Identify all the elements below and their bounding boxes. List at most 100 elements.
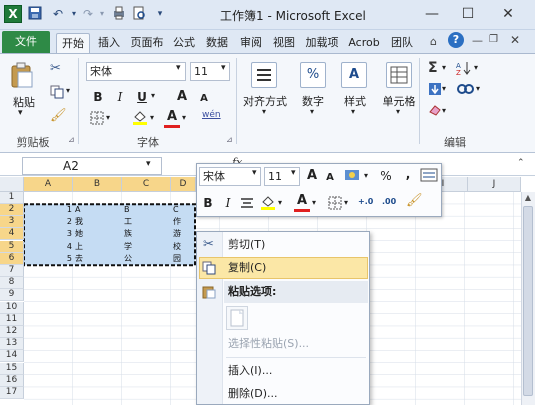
mini-format-painter-brush-icon[interactable]: 🖌 (406, 193, 423, 208)
fill-color-dropdown-icon[interactable]: ▾ (150, 113, 154, 122)
fill-dropdown-icon[interactable]: ▾ (442, 84, 446, 93)
mini-fill-color-icon[interactable] (260, 194, 276, 210)
grid-cell[interactable]: 3 (58, 228, 72, 240)
autosum-icon[interactable]: Σ (428, 60, 438, 76)
row-header[interactable]: 6 (0, 253, 24, 265)
mini-borders-icon[interactable] (328, 196, 342, 210)
row-header[interactable]: 14 (0, 350, 24, 362)
fill-icon[interactable] (428, 82, 442, 96)
mini-center-align-icon[interactable] (240, 196, 254, 210)
mini-accounting-dropdown-icon[interactable]: ▾ (364, 171, 368, 180)
mini-borders-dropdown-icon[interactable]: ▾ (344, 198, 348, 207)
row-header[interactable]: 7 (0, 265, 24, 277)
font-color-icon[interactable]: A (164, 109, 180, 124)
redo-dropdown-icon[interactable]: ▾ (94, 6, 110, 22)
select-all-corner[interactable] (0, 177, 24, 192)
grid-cell[interactable]: 校 (173, 241, 181, 253)
mini-italic-button[interactable]: I (218, 194, 238, 212)
grid-cell[interactable]: 5 (58, 253, 72, 265)
doc-minimize-icon[interactable]: — (472, 34, 483, 47)
menu-item-paste-special[interactable]: 选择性粘贴(S)... (228, 333, 309, 355)
row-header[interactable]: 11 (0, 314, 24, 326)
column-header[interactable]: C (122, 177, 171, 192)
grid-cell[interactable]: 游 (173, 228, 181, 240)
tab-acrobat[interactable]: Acrob (344, 33, 384, 54)
grid-cell[interactable]: 1 (58, 204, 72, 216)
grid-cell[interactable]: 我 (75, 216, 83, 228)
cut-icon[interactable]: ✂ (50, 61, 61, 76)
grid-cell[interactable]: 作 (173, 216, 181, 228)
paste-option-icon[interactable] (226, 306, 248, 330)
grow-font-button[interactable]: A (172, 88, 192, 106)
mini-increase-decimal-button[interactable]: +.0 (358, 197, 373, 206)
borders-icon[interactable] (90, 111, 104, 125)
row-header[interactable]: 15 (0, 363, 24, 375)
sort-filter-dropdown-icon[interactable]: ▾ (474, 63, 478, 72)
font-name-combo[interactable]: 宋体 (86, 62, 186, 81)
tab-review[interactable]: 审阅 (235, 33, 267, 54)
clipboard-dialog-launcher-icon[interactable]: ⊿ (68, 135, 75, 144)
tab-file[interactable]: 文件 (2, 31, 50, 53)
mini-comma-button[interactable]: , (398, 165, 418, 183)
grid-cell[interactable]: B (124, 204, 130, 216)
row-header[interactable]: 8 (0, 277, 24, 289)
row-header[interactable]: 12 (0, 326, 24, 338)
cells-icon[interactable] (386, 62, 412, 88)
font-size-dropdown-icon[interactable]: ▾ (221, 63, 226, 73)
quick-print-icon[interactable] (112, 6, 128, 22)
mini-font-color-icon[interactable]: A (294, 193, 310, 208)
find-select-dropdown-icon[interactable]: ▾ (476, 84, 480, 93)
doc-restore-icon[interactable]: ❐ (489, 34, 498, 45)
tab-view[interactable]: 视图 (268, 33, 300, 54)
menu-item-cut[interactable]: 剪切(T) (228, 234, 265, 256)
scroll-up-icon[interactable]: ▲ (523, 193, 533, 203)
grid-cell[interactable]: C (173, 204, 179, 216)
row-header[interactable]: 16 (0, 375, 24, 387)
row-header[interactable]: 13 (0, 338, 24, 350)
underline-button[interactable]: U (132, 88, 152, 106)
mini-format-painter-icon[interactable] (420, 168, 438, 182)
tab-data[interactable]: 数据 (201, 33, 233, 54)
doc-close-icon[interactable]: ✕ (510, 33, 520, 47)
minimize-button[interactable]: — (418, 3, 446, 25)
scrollbar-thumb[interactable] (523, 206, 533, 396)
copy-dropdown-icon[interactable]: ▾ (66, 86, 70, 95)
mini-font-size-dropdown-icon[interactable]: ▾ (291, 168, 296, 178)
font-color-dropdown-icon[interactable]: ▾ (182, 113, 186, 122)
grid-cell[interactable]: 工 (124, 216, 132, 228)
mini-grow-font-button[interactable]: A (302, 167, 322, 185)
menu-item-insert[interactable]: 插入(I)... (228, 360, 272, 382)
mini-font-color-dropdown-icon[interactable]: ▾ (312, 198, 316, 207)
column-header[interactable]: J (468, 177, 521, 192)
cells-dropdown-icon[interactable]: ▾ (396, 107, 400, 116)
row-header[interactable]: 17 (0, 387, 24, 399)
print-preview-icon[interactable] (132, 6, 148, 22)
ribbon-minimize-icon[interactable]: ⌂ (430, 35, 437, 48)
font-dialog-launcher-icon[interactable]: ⊿ (226, 135, 233, 144)
customize-qat-icon[interactable]: ▾ (152, 6, 168, 22)
format-painter-icon[interactable]: 🖌 (50, 108, 67, 123)
expand-formula-bar-icon[interactable]: ⌃ (517, 158, 525, 168)
row-header[interactable]: 4 (0, 228, 24, 240)
paste-icon[interactable] (10, 62, 34, 88)
row-header[interactable]: 9 (0, 289, 24, 301)
mini-font-name-dropdown-icon[interactable]: ▾ (252, 168, 257, 178)
grid-cell[interactable]: 她 (75, 228, 83, 240)
font-name-dropdown-icon[interactable]: ▾ (176, 63, 181, 73)
autosum-dropdown-icon[interactable]: ▾ (442, 63, 446, 72)
name-box[interactable]: A2 (22, 157, 162, 175)
phonetic-guide-icon[interactable]: wén (202, 110, 221, 120)
alignment-dropdown-icon[interactable]: ▾ (262, 107, 266, 116)
grid-cell[interactable]: A (75, 204, 80, 216)
grid-cell[interactable]: 去 (75, 253, 83, 265)
grid-cell[interactable]: 园 (173, 253, 181, 265)
styles-icon[interactable]: A (341, 62, 367, 88)
tab-home[interactable]: 开始 (56, 33, 90, 54)
row-header[interactable]: 1 (0, 192, 24, 204)
styles-dropdown-icon[interactable]: ▾ (351, 107, 355, 116)
mini-shrink-font-button[interactable]: A (320, 169, 340, 187)
borders-dropdown-icon[interactable]: ▾ (106, 113, 110, 122)
paste-dropdown-icon[interactable]: ▾ (18, 108, 23, 118)
clear-dropdown-icon[interactable]: ▾ (442, 106, 446, 115)
grid-cell[interactable]: 族 (124, 228, 132, 240)
